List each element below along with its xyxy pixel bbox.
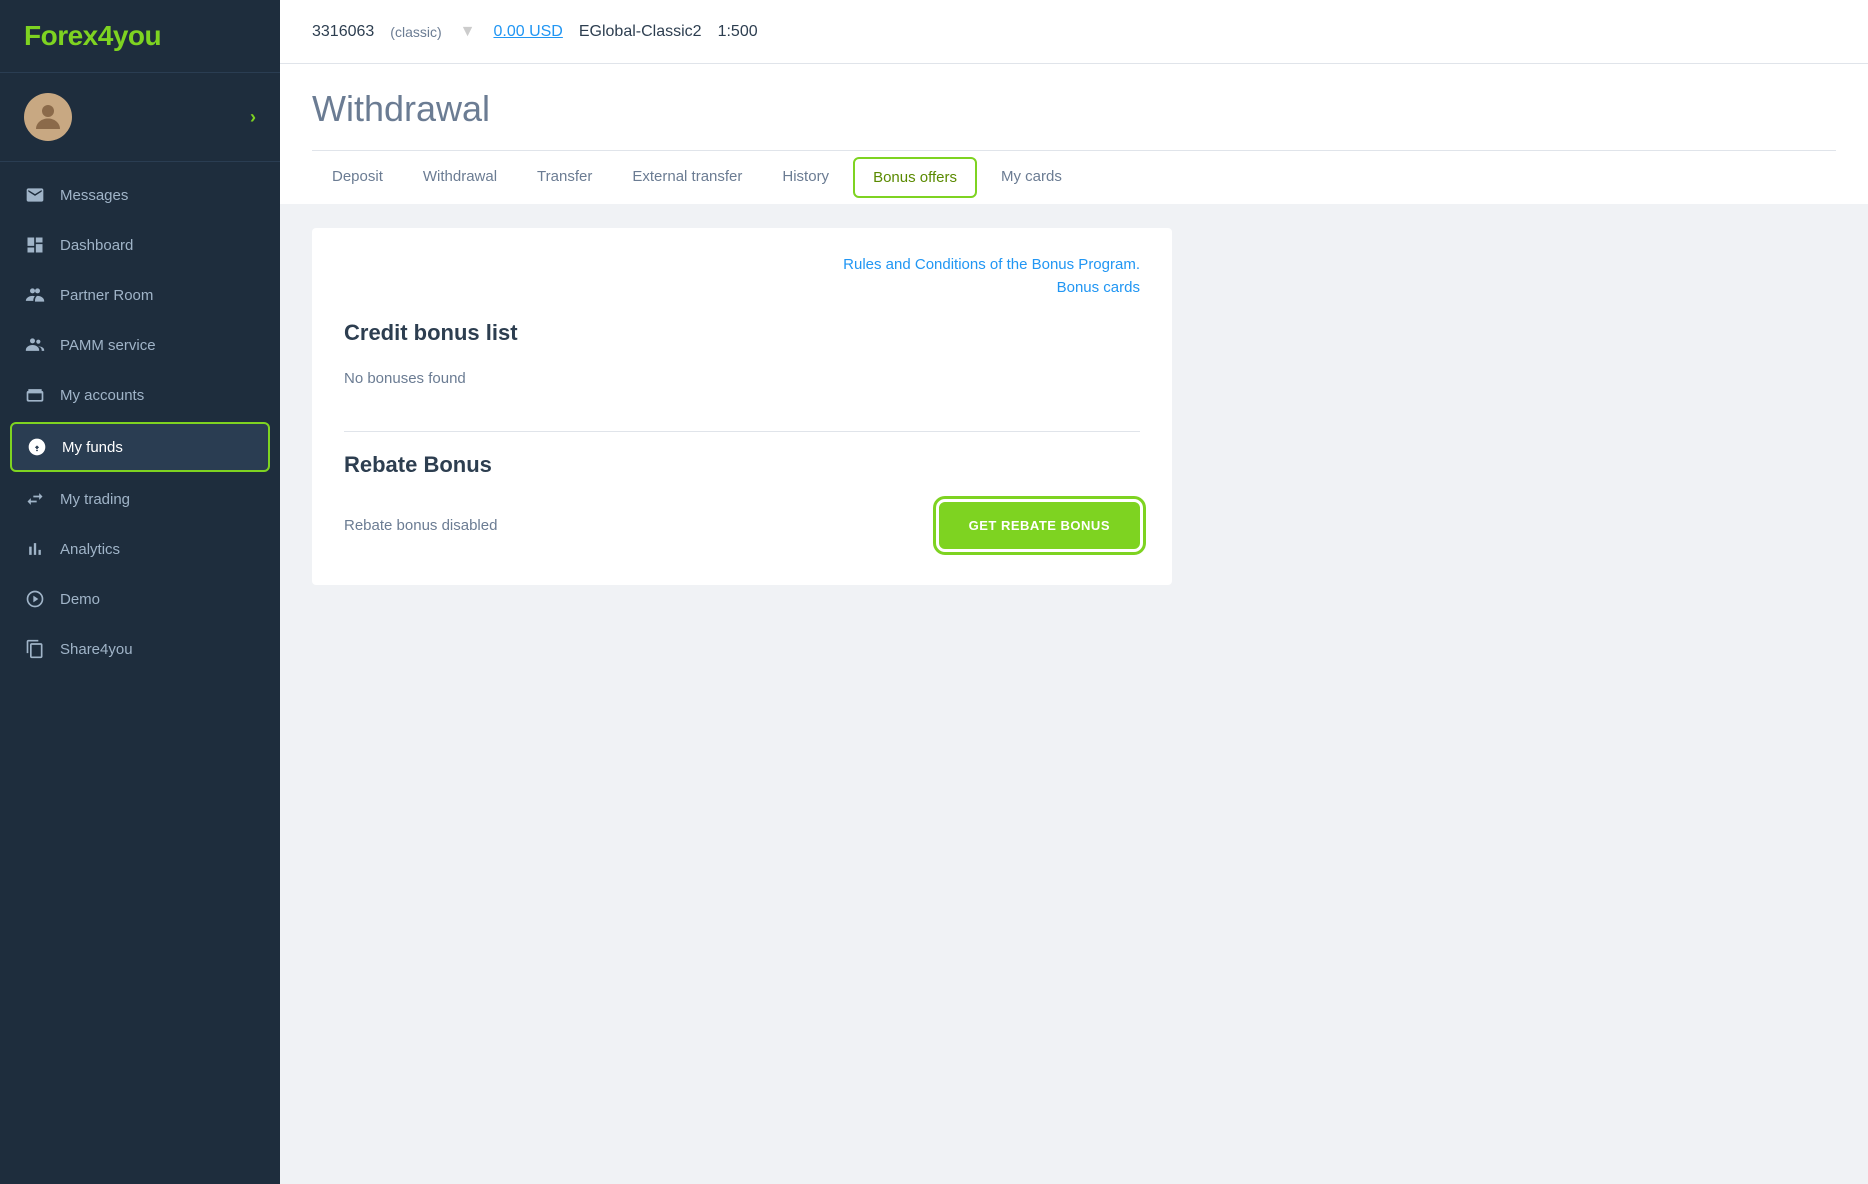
sidebar-item-label-dashboard: Dashboard — [60, 237, 133, 254]
bonus-content: Rules and Conditions of the Bonus Progra… — [280, 204, 1868, 609]
sidebar-item-share4you[interactable]: Share4you — [0, 624, 280, 674]
envelope-icon — [24, 184, 46, 206]
section-divider — [344, 431, 1140, 432]
sidebar-item-analytics[interactable]: Analytics — [0, 524, 280, 574]
sidebar-nav: Messages Dashboard Partner Room PAMM ser… — [0, 162, 280, 1184]
rebate-title: Rebate Bonus — [344, 452, 1140, 478]
logo: Forex4you — [0, 0, 280, 73]
sidebar-item-label-partner: Partner Room — [60, 287, 153, 304]
sidebar-item-partner-room[interactable]: Partner Room — [0, 270, 280, 320]
logo-text: Forex4you — [24, 20, 161, 52]
pamm-icon — [24, 334, 46, 356]
sidebar-item-label-trading: My trading — [60, 491, 130, 508]
sidebar-item-my-accounts[interactable]: My accounts — [0, 370, 280, 420]
avatar[interactable] — [24, 93, 72, 141]
sidebar: Forex4you › Messages Dashboard — [0, 0, 280, 1184]
topbar: 3316063 (classic) ▼ 0.00 USD EGlobal-Cla… — [280, 0, 1868, 64]
profile-expand-icon[interactable]: › — [250, 107, 256, 128]
trading-icon — [24, 488, 46, 510]
tab-bonus-offers[interactable]: Bonus offers — [853, 157, 977, 198]
tab-history[interactable]: History — [762, 154, 849, 202]
tab-external-transfer[interactable]: External transfer — [612, 154, 762, 202]
sidebar-item-label-funds: My funds — [62, 439, 123, 456]
rules-link[interactable]: Rules and Conditions of the Bonus Progra… — [843, 256, 1140, 273]
rebate-status: Rebate bonus disabled — [344, 517, 497, 534]
sidebar-item-messages[interactable]: Messages — [0, 170, 280, 220]
no-bonus-text: No bonuses found — [344, 362, 1140, 411]
demo-icon — [24, 588, 46, 610]
sidebar-item-my-trading[interactable]: My trading — [0, 474, 280, 524]
sidebar-item-label-pamm: PAMM service — [60, 337, 156, 354]
bonus-links: Rules and Conditions of the Bonus Progra… — [344, 256, 1140, 296]
account-leverage: 1:500 — [718, 23, 758, 41]
sidebar-item-label-demo: Demo — [60, 591, 100, 608]
logo-you: you — [113, 20, 161, 51]
logo-4: 4 — [98, 20, 113, 51]
sidebar-item-label-share4you: Share4you — [60, 641, 133, 658]
account-balance[interactable]: 0.00 USD — [493, 23, 562, 41]
sidebar-item-dashboard[interactable]: Dashboard — [0, 220, 280, 270]
partner-icon — [24, 284, 46, 306]
sidebar-item-demo[interactable]: Demo — [0, 574, 280, 624]
tab-my-cards[interactable]: My cards — [981, 154, 1082, 202]
account-id: 3316063 — [312, 23, 374, 41]
sidebar-item-label-analytics: Analytics — [60, 541, 120, 558]
sidebar-item-label-accounts: My accounts — [60, 387, 144, 404]
main-content: 3316063 (classic) ▼ 0.00 USD EGlobal-Cla… — [280, 0, 1868, 1184]
analytics-icon — [24, 538, 46, 560]
dashboard-icon — [24, 234, 46, 256]
accounts-icon — [24, 384, 46, 406]
bonus-cards-link[interactable]: Bonus cards — [1057, 279, 1140, 296]
get-rebate-bonus-button[interactable]: GET REBATE BONUS — [939, 502, 1140, 549]
tab-deposit[interactable]: Deposit — [312, 154, 403, 202]
account-server: EGlobal-Classic2 — [579, 23, 702, 41]
tab-withdrawal[interactable]: Withdrawal — [403, 154, 517, 202]
page-title: Withdrawal — [312, 88, 1836, 130]
rebate-row: Rebate bonus disabled GET REBATE BONUS — [344, 494, 1140, 557]
sidebar-profile[interactable]: › — [0, 73, 280, 162]
tabs: Deposit Withdrawal Transfer External tra… — [312, 150, 1836, 204]
tab-transfer[interactable]: Transfer — [517, 154, 612, 202]
funds-icon — [26, 436, 48, 458]
credit-bonus-title: Credit bonus list — [344, 320, 1140, 346]
page-header: Withdrawal Deposit Withdrawal Transfer E… — [280, 64, 1868, 204]
account-type: (classic) — [390, 24, 441, 40]
share-icon — [24, 638, 46, 660]
sidebar-item-my-funds[interactable]: My funds — [10, 422, 270, 472]
sidebar-item-pamm[interactable]: PAMM service — [0, 320, 280, 370]
sidebar-item-label-messages: Messages — [60, 187, 128, 204]
logo-forex: Forex — [24, 20, 98, 51]
content-area: Withdrawal Deposit Withdrawal Transfer E… — [280, 64, 1868, 1184]
bonus-card: Rules and Conditions of the Bonus Progra… — [312, 228, 1172, 585]
